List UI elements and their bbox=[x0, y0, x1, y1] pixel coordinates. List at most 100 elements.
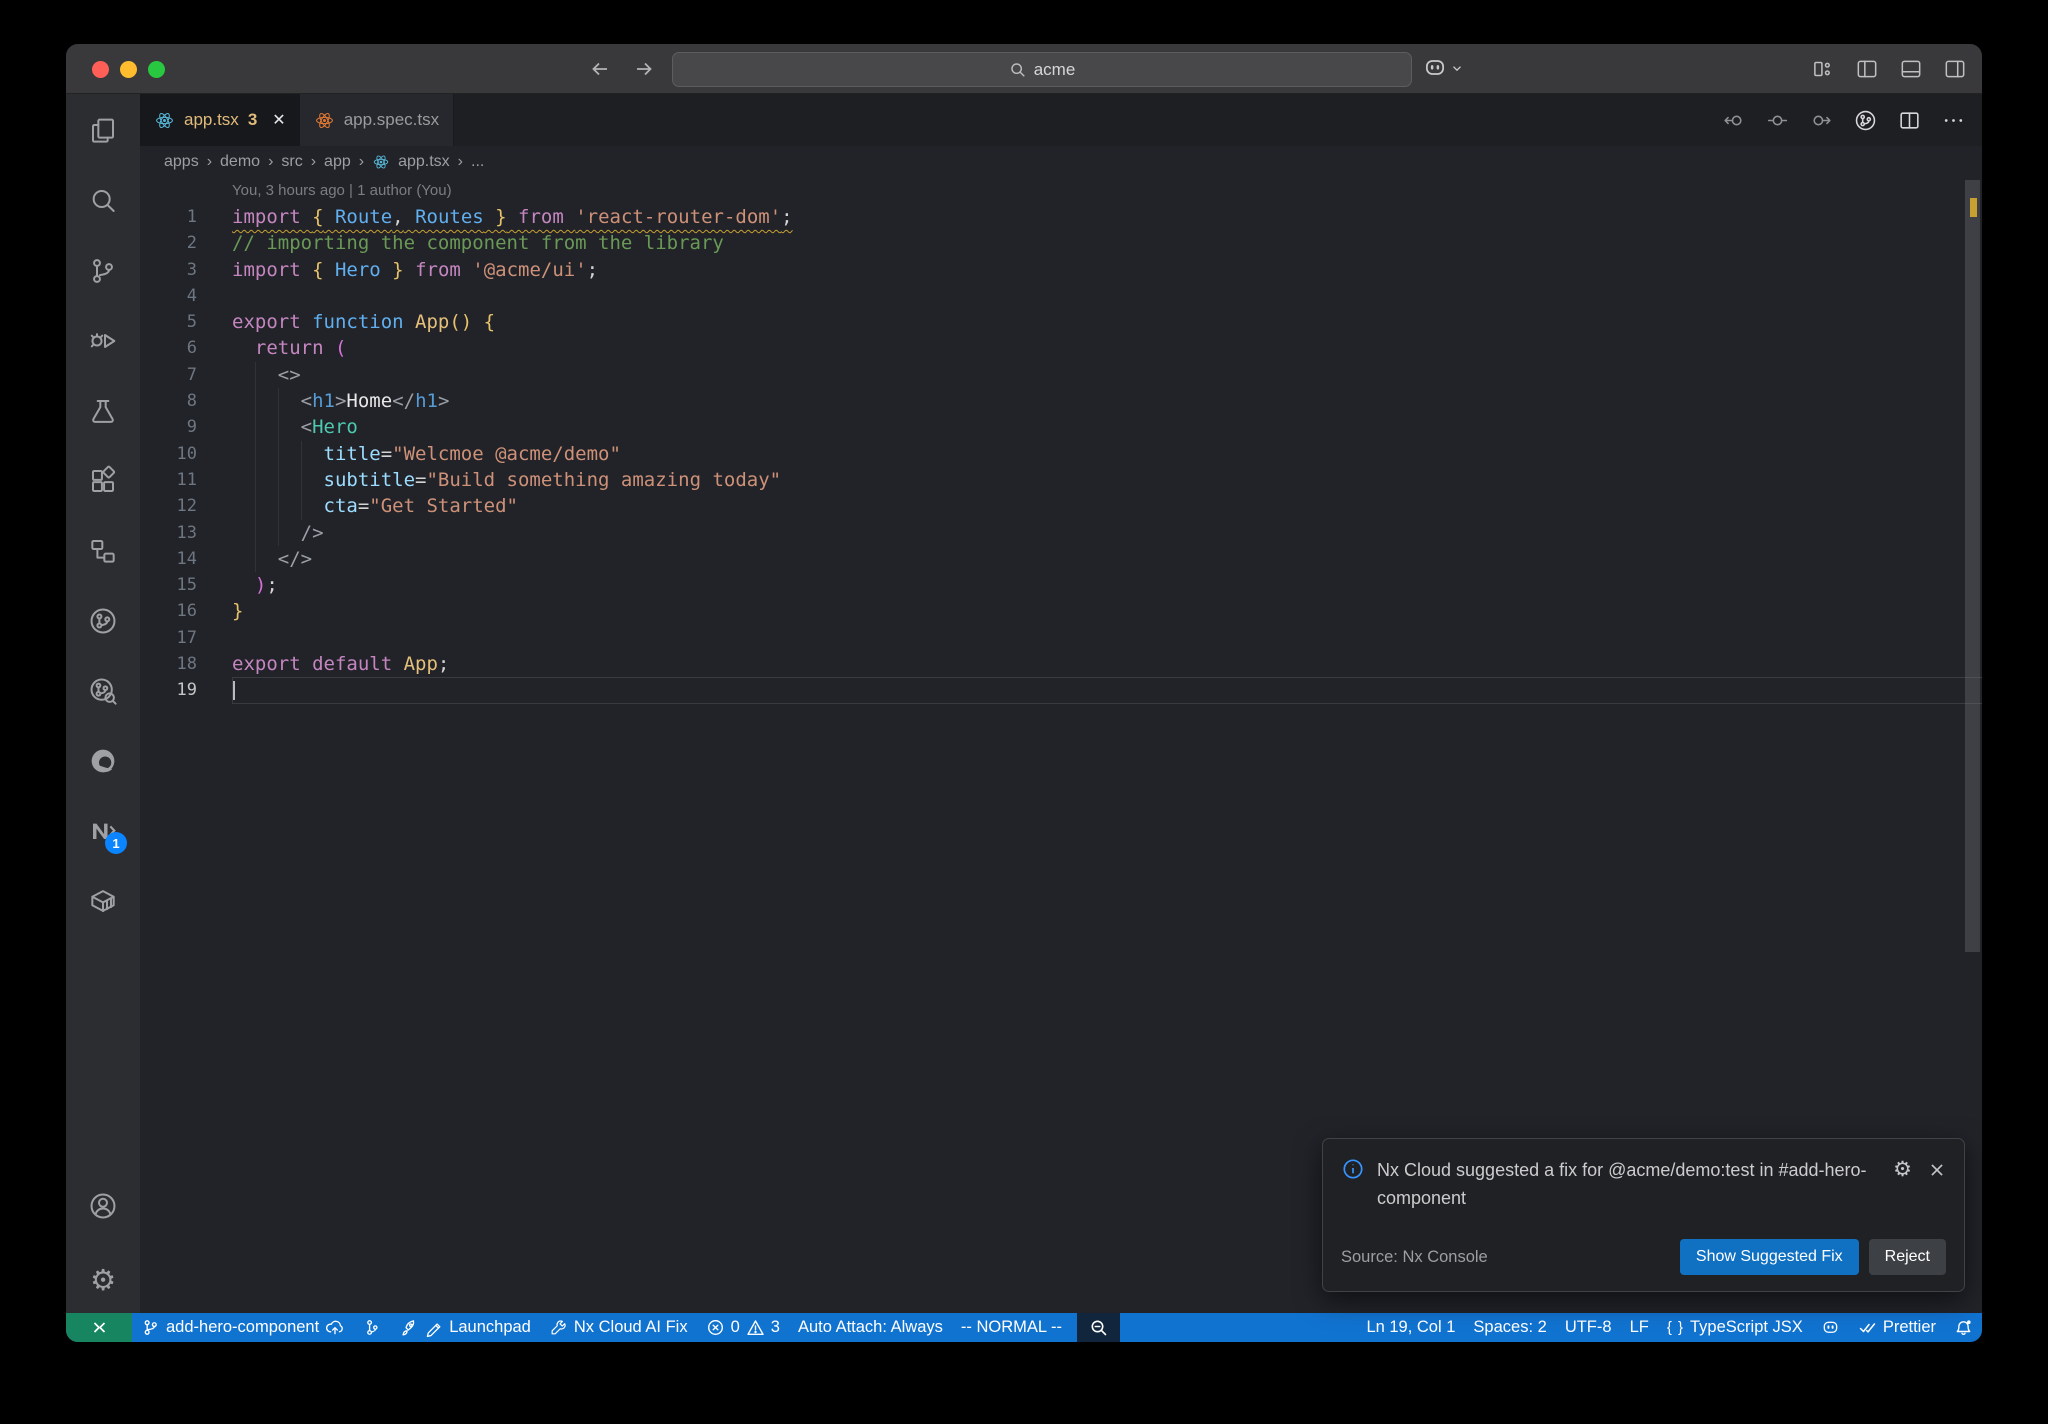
code-line-9[interactable]: 9 <Hero bbox=[140, 414, 1982, 441]
toggle-secondary-sidebar-button[interactable] bbox=[1941, 56, 1968, 83]
code-line-12[interactable]: 12 cta="Get Started" bbox=[140, 493, 1982, 520]
line-content: title="Welcmoe @acme/demo" bbox=[232, 440, 1982, 467]
activity-item-testing[interactable] bbox=[66, 376, 140, 446]
code-line-1[interactable]: 1 import { Route, Routes } from 'react-ro… bbox=[140, 204, 1982, 230]
notification-close-icon[interactable] bbox=[1928, 1161, 1946, 1179]
indent-guide bbox=[300, 493, 324, 520]
breadcrumb: apps › demo › src › app › app.tsx ›... bbox=[140, 146, 1982, 178]
tab-label: app.spec.tsx bbox=[343, 110, 440, 129]
activity-item-accounts[interactable] bbox=[66, 1173, 140, 1239]
current-change-button[interactable] bbox=[1765, 108, 1790, 133]
activity-item-containers[interactable] bbox=[66, 866, 140, 936]
copilot-menu[interactable] bbox=[1422, 55, 1464, 81]
notification-settings-icon[interactable]: ⚙ bbox=[1893, 1159, 1912, 1180]
tab-app.spec.tsx[interactable]: app.spec.tsx bbox=[299, 94, 455, 146]
activity-item-run-and-debug[interactable] bbox=[66, 306, 140, 376]
reject-button[interactable]: Reject bbox=[1868, 1239, 1946, 1275]
close-window-button[interactable] bbox=[92, 61, 109, 78]
show-suggested-fix-button[interactable]: Show Suggested Fix bbox=[1679, 1239, 1859, 1275]
code-line-13[interactable]: 13 /> bbox=[140, 519, 1982, 546]
commit-graph-icon bbox=[362, 1318, 381, 1337]
breadcrumb-item[interactable]: src bbox=[281, 153, 302, 171]
status-item-launchpad[interactable]: Launchpad bbox=[390, 1313, 540, 1342]
token: /> bbox=[300, 521, 324, 544]
activity-item-nx-console[interactable]: 1 bbox=[66, 796, 140, 866]
gitlens-graph-button[interactable] bbox=[1853, 108, 1878, 133]
status-item-eol[interactable]: LF bbox=[1621, 1313, 1658, 1342]
line-content: return ( bbox=[232, 335, 1982, 361]
status-item-auto-attach[interactable]: Auto Attach: Always bbox=[789, 1313, 952, 1342]
code-line-11[interactable]: 11 subtitle="Build something amazing toda… bbox=[140, 466, 1982, 494]
activity-item-explorer[interactable] bbox=[66, 96, 140, 166]
indent-guide bbox=[232, 414, 255, 440]
activity-item-settings[interactable]: ⚙ bbox=[66, 1247, 140, 1313]
command-center-search[interactable]: acme bbox=[672, 52, 1412, 87]
code-line-14[interactable]: 14 </> bbox=[140, 545, 1982, 573]
breadcrumb-item[interactable]: app.tsx bbox=[372, 153, 450, 171]
token: cta bbox=[323, 495, 358, 518]
activity-item-extensions[interactable] bbox=[66, 446, 140, 516]
previous-change-button[interactable] bbox=[1721, 108, 1746, 133]
git-blame-lens[interactable]: You, 3 hours ago | 1 author (You) bbox=[140, 178, 1982, 204]
activity-item-source-control[interactable] bbox=[66, 236, 140, 306]
zoom-window-button[interactable] bbox=[148, 61, 165, 78]
activity-item-edge-browser[interactable] bbox=[66, 726, 140, 796]
line-number: 11 bbox=[176, 469, 197, 490]
indent-guide bbox=[254, 440, 278, 467]
breadcrumb-item[interactable]: ... bbox=[471, 153, 484, 171]
status-item-nx-cloud-ai-fix[interactable]: Nx Cloud AI Fix bbox=[540, 1313, 697, 1342]
code-line-10[interactable]: 10 title="Welcmoe @acme/demo" bbox=[140, 440, 1982, 467]
status-item-cursor-position[interactable]: Ln 19, Col 1 bbox=[1357, 1313, 1464, 1342]
status-item-problems[interactable]: 03 bbox=[697, 1313, 789, 1342]
activity-item-gitlens-inspect[interactable] bbox=[66, 656, 140, 726]
toggle-panel-button[interactable] bbox=[1897, 56, 1924, 83]
code-line-5[interactable]: 5 export function App() { bbox=[140, 309, 1982, 335]
status-item-indentation[interactable]: Spaces: 2 bbox=[1464, 1313, 1555, 1342]
source-control-icon bbox=[87, 255, 119, 287]
code-line-2[interactable]: 2 // importing the component from the lib… bbox=[140, 230, 1982, 256]
status-label: Nx Cloud AI Fix bbox=[573, 1318, 688, 1336]
chevron-right-icon: › bbox=[206, 153, 213, 170]
code-line-8[interactable]: 8 <h1>Home</h1> bbox=[140, 388, 1982, 415]
status-item-git-branch[interactable]: add-hero-component bbox=[132, 1313, 353, 1342]
minimize-window-button[interactable] bbox=[120, 61, 137, 78]
back-icon[interactable] bbox=[588, 57, 612, 81]
breadcrumb-item[interactable]: app bbox=[324, 153, 351, 171]
activity-item-project-hierarchy[interactable] bbox=[66, 516, 140, 586]
next-change-button[interactable] bbox=[1809, 108, 1834, 133]
forward-icon[interactable] bbox=[632, 57, 656, 81]
status-item-encoding[interactable]: UTF-8 bbox=[1556, 1313, 1621, 1342]
beaker-icon bbox=[87, 395, 119, 427]
code-line-15[interactable]: 15); bbox=[140, 572, 1982, 598]
status-item-notifications-bell[interactable] bbox=[1945, 1313, 1982, 1342]
activity-item-commit-graph[interactable] bbox=[66, 586, 140, 656]
code-line-3[interactable]: 3 import { Hero } from '@acme/ui'; bbox=[140, 257, 1982, 283]
tab-bar: app.tsx 3 ✕ app.spec.tsx bbox=[140, 94, 1982, 146]
magnifier-minus-icon bbox=[1089, 1318, 1108, 1337]
code-line-19[interactable]: 19 bbox=[140, 677, 1982, 703]
activity-item-search[interactable] bbox=[66, 166, 140, 236]
tab-app.tsx[interactable]: app.tsx 3 ✕ bbox=[140, 94, 300, 146]
tab-close-icon[interactable]: ✕ bbox=[272, 110, 285, 130]
toggle-primary-sidebar-button[interactable] bbox=[1853, 56, 1880, 83]
more-actions-button[interactable] bbox=[1941, 108, 1966, 133]
code-line-6[interactable]: 6 return ( bbox=[140, 335, 1982, 361]
status-item-copilot-status[interactable] bbox=[1812, 1313, 1849, 1342]
split-editor-button[interactable] bbox=[1897, 108, 1922, 133]
remote-indicator[interactable] bbox=[66, 1313, 132, 1342]
status-item-commit-graph[interactable] bbox=[353, 1313, 390, 1342]
status-item-zoom-indicator[interactable] bbox=[1077, 1313, 1121, 1342]
code-line-18[interactable]: 18 export default App; bbox=[140, 651, 1982, 677]
customize-layout-button[interactable] bbox=[1809, 56, 1836, 83]
code-line-16[interactable]: 16} bbox=[140, 598, 1982, 624]
editor-scrollbar[interactable] bbox=[1965, 180, 1980, 952]
gutter bbox=[197, 414, 232, 440]
code-line-7[interactable]: 7 <> bbox=[140, 361, 1982, 389]
status-item-language-mode[interactable]: { } TypeScript JSX bbox=[1658, 1313, 1812, 1342]
status-item-formatter[interactable]: Prettier bbox=[1849, 1313, 1945, 1342]
breadcrumb-item[interactable]: demo bbox=[220, 153, 260, 171]
breadcrumb-item[interactable]: apps bbox=[164, 153, 199, 171]
code-line-17[interactable]: 17 bbox=[140, 625, 1982, 651]
code-line-4[interactable]: 4 bbox=[140, 283, 1982, 309]
status-item-vim-mode[interactable]: -- NORMAL -- bbox=[952, 1313, 1071, 1342]
